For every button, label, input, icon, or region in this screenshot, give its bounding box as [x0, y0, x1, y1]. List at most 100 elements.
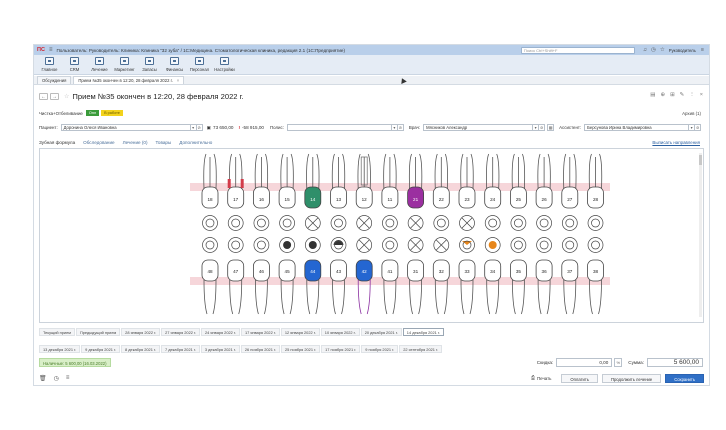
- tooth-surface-outer: [561, 215, 578, 231]
- section-settings[interactable]: Настройки: [212, 57, 237, 74]
- close-icon[interactable]: ×: [700, 92, 703, 98]
- print-button[interactable]: Печать: [537, 376, 551, 381]
- section-staff[interactable]: Персонал: [187, 57, 212, 74]
- visit-date-chip[interactable]: 17 января 2022 г.: [240, 328, 280, 336]
- titlebar: ПС ≡ Пользователь: Руководитель: Клиника…: [34, 45, 709, 55]
- search-input[interactable]: Поиск Ctrl+Shift+F: [520, 46, 635, 54]
- debt-alert-icon: !: [238, 125, 240, 130]
- menu-icon[interactable]: ≡: [49, 47, 53, 53]
- tab-examination[interactable]: Обследование: [83, 140, 114, 145]
- visit-date-chip[interactable]: 10 января 2022 г.: [320, 328, 360, 336]
- open-link-icon[interactable]: ⊘: [694, 124, 702, 131]
- visit-date-chip[interactable]: 25 ноября 2021 г.: [280, 345, 321, 353]
- section-label: Главное: [41, 67, 58, 72]
- tab-additional[interactable]: Дополнительно: [179, 140, 212, 145]
- forward-button[interactable]: →: [50, 92, 59, 100]
- tooth-number: 25: [516, 197, 522, 202]
- print-icon[interactable]: ▤: [650, 92, 655, 98]
- tab-dental-formula[interactable]: Зубная формула: [39, 140, 75, 145]
- tooth-number: 15: [285, 197, 291, 202]
- tab-goods[interactable]: Товары: [155, 140, 171, 145]
- referrals-link[interactable]: Выписать направления: [652, 140, 700, 145]
- page-title: Прием №35 окончен в 12:20, 28 февраля 20…: [72, 91, 244, 101]
- tooth-number: 41: [387, 269, 393, 274]
- visit-date-chip[interactable]: 13 декабря 2021 г.: [39, 345, 81, 353]
- more-menu-icon[interactable]: ≡: [66, 375, 70, 381]
- visit-date-chip[interactable]: Предыдущий прием: [75, 328, 121, 336]
- visit-date-chip[interactable]: 9 декабря 2021 г.: [81, 345, 121, 353]
- history-icon[interactable]: ◷: [651, 47, 656, 53]
- tooth-surface-outer: [561, 237, 578, 253]
- archive-link[interactable]: Архив (1): [682, 111, 701, 116]
- section-label: Настройки: [214, 67, 235, 72]
- link-icon[interactable]: ⊕: [660, 92, 665, 98]
- user-name[interactable]: Руководитель: [669, 48, 696, 53]
- edit-icon[interactable]: ✎: [680, 92, 685, 98]
- visit-date-chip[interactable]: 28 января 2022 г.: [121, 328, 161, 336]
- tooth-number: 28: [593, 197, 599, 202]
- tooth-surface-outer: [227, 215, 244, 231]
- vertical-scrollbar[interactable]: [699, 153, 702, 317]
- section-main[interactable]: Главное: [37, 57, 62, 74]
- back-button[interactable]: ←: [39, 92, 48, 100]
- visit-date-chip[interactable]: 26 ноября 2021 г.: [240, 345, 280, 353]
- sections-toolbar: Главное CRM Лечение Маркетинг Запасы Фин…: [34, 55, 709, 75]
- tooth-number: 17: [233, 197, 239, 202]
- tooth-root: [460, 279, 474, 315]
- continue-treatment-button[interactable]: Продолжить лечение: [601, 373, 662, 383]
- visit-date-chip[interactable]: 24 января 2022 г.: [201, 328, 240, 336]
- tooth-number: 16: [259, 197, 265, 202]
- visit-date-chip[interactable]: 3 декабря 2021 г.: [200, 345, 240, 353]
- tooth-number: 46: [259, 269, 265, 274]
- visit-date-chip[interactable]: 12 января 2022 г.: [280, 328, 320, 336]
- patient-label: Пациент:: [39, 125, 58, 130]
- visit-date-chip[interactable]: 14 декабря 2021 г.: [402, 328, 444, 336]
- discount-percent-icon[interactable]: %: [614, 358, 623, 367]
- status-badge-progress: В работе: [101, 110, 123, 116]
- tab-visit[interactable]: Прием №35 окончен в 12:20, 28 февраля 20…: [73, 76, 185, 84]
- save-button[interactable]: Сохранить: [665, 373, 704, 383]
- trash-icon[interactable]: 🗑: [39, 375, 47, 382]
- open-link-icon[interactable]: ⊘: [195, 124, 203, 131]
- visit-date-chip[interactable]: 9 ноября 2021 г.: [361, 345, 399, 353]
- discount-field[interactable]: 0,00: [556, 358, 613, 367]
- calendar-icon[interactable]: ▦: [547, 124, 555, 131]
- section-marketing[interactable]: Маркетинг: [112, 57, 137, 74]
- policy-field[interactable]: [286, 124, 392, 131]
- window-title: Пользователь: Руководитель: Клиника: Кли…: [56, 47, 345, 53]
- visit-date-chip[interactable]: 27 января 2022 г.: [161, 328, 201, 336]
- tooth-root: [383, 279, 397, 315]
- open-link-icon[interactable]: ⊘: [538, 124, 546, 131]
- attach-icon[interactable]: ⊞: [670, 92, 675, 98]
- section-finance[interactable]: Финансы: [162, 57, 187, 74]
- dental-chart: 18 17 16 15 14 13 12 11 21 22 23 24 25 26 27 28 48 47 46 45…: [39, 148, 704, 323]
- bell-icon[interactable]: ♫: [643, 47, 647, 53]
- tooth-root: [537, 279, 551, 315]
- patient-field[interactable]: Доронина Олеся Ивановна: [60, 124, 191, 131]
- pay-button[interactable]: Оплатить: [561, 373, 598, 383]
- close-icon[interactable]: ×: [177, 78, 179, 83]
- assistant-field[interactable]: Берсунова Ирина Владимировна: [584, 124, 690, 131]
- visit-date-chip[interactable]: 20 декабря 2021 г.: [360, 328, 402, 336]
- section-label: Маркетинг: [114, 67, 135, 72]
- visit-date-chip[interactable]: 17 ноября 2021 г.: [321, 345, 361, 353]
- more-icon[interactable]: ⋮: [689, 92, 695, 98]
- tooth-surface-outer: [510, 215, 527, 231]
- history-icon[interactable]: ◷: [54, 375, 59, 382]
- settings-icon[interactable]: ≡: [701, 47, 704, 53]
- tab-treatment[interactable]: Лечение (0): [123, 140, 148, 145]
- doctor-field[interactable]: Мясников Александр: [423, 124, 534, 131]
- visit-date-chip[interactable]: Текущий прием: [39, 328, 75, 336]
- caries-mark: [240, 179, 244, 188]
- visit-date-chip[interactable]: 7 декабря 2021 г.: [160, 345, 200, 353]
- section-stock[interactable]: Запасы: [137, 57, 162, 74]
- open-link-icon[interactable]: ⊘: [396, 124, 404, 131]
- favorite-star-icon[interactable]: ☆: [64, 93, 69, 100]
- visit-date-chip[interactable]: 8 декабря 2021 г.: [121, 345, 160, 353]
- tab-discussions[interactable]: Обсуждения: [37, 76, 72, 84]
- section-crm[interactable]: CRM: [62, 57, 87, 74]
- section-treatment[interactable]: Лечение: [87, 57, 112, 74]
- favorites-icon[interactable]: ☆: [660, 47, 665, 53]
- tooth-root: [409, 279, 422, 315]
- visit-date-chip[interactable]: 22 сентября 2021 г.: [399, 345, 443, 353]
